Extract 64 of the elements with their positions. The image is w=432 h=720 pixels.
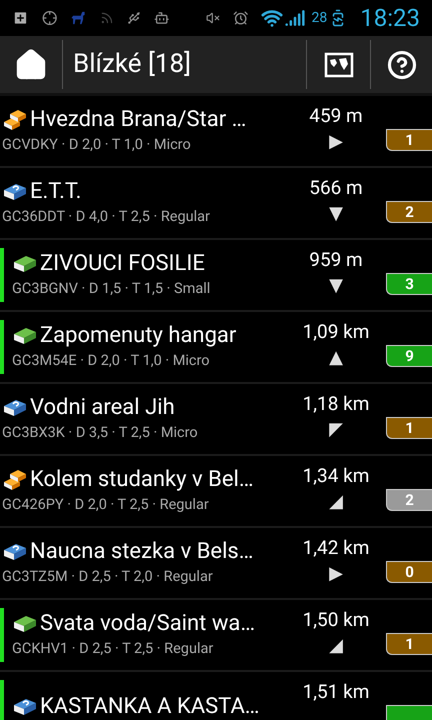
direction-arrow: ◤ [329, 420, 343, 438]
distance: 1,18 km [302, 391, 370, 417]
cache-name: Kolem studanky v Bel… [30, 466, 254, 494]
direction-arrow: ▼ [329, 204, 343, 222]
wifi-icon [261, 7, 284, 29]
distance: 1,09 km [302, 319, 370, 345]
count-badge: 1 [386, 129, 432, 151]
distance: 1,34 km [302, 463, 370, 489]
distance: 566 m [309, 175, 363, 201]
direction-arrow: ▶ [329, 564, 343, 582]
cache-name: ZIVOUCI FOSILIE [40, 250, 205, 278]
home-icon [14, 48, 48, 82]
cache-details: GC3M54E · D 2,0 · T 1,0 · Micro [12, 350, 211, 371]
distance: 1,50 km [302, 607, 370, 633]
map-icon [324, 52, 354, 78]
cache-details: GCKHV1 · D 2,5 · T 2,5 · Regular [12, 638, 214, 659]
cache-row[interactable]: Naucna stezka v Bels… GC3TZ5M · D 2,5 · T 2,0 · Regular 1,42 km ▶ 0 [0, 528, 432, 600]
distance: 959 m [309, 247, 363, 273]
cache-row[interactable]: Hvezdna Brana/Star … GCVDKY · D 2,0 · T 1,0 · Micro 459 m ▶ 1 [0, 96, 432, 168]
count-badge: 3 [386, 273, 432, 295]
direction-arrow: ◢ [329, 636, 343, 654]
cache-name: Naucna stezka v Bels… [30, 538, 254, 566]
direction-arrow: ◢ [329, 492, 343, 510]
help-icon [386, 50, 416, 80]
cache-row[interactable]: Vodni areal Jih GC3BX3K · D 3,5 · T 2,5 · Micro 1,18 km ◤ 1 [0, 384, 432, 456]
count-badge: 9 [386, 345, 432, 367]
cell-signal-icon [285, 8, 306, 28]
distance: 459 m [309, 103, 363, 129]
count-badge: 1 [386, 633, 432, 655]
cache-row[interactable]: Svata voda/Saint wa… GCKHV1 · D 2,5 · T 2,5 · Regular 1,50 km ◢ 1 [0, 600, 432, 672]
distance: 1,51 km [302, 679, 370, 705]
cache-row[interactable]: Kolem studanky v Bel… GC426PY · D 2,0 · T 2,5 · Regular 1,34 km ◢ 2 [0, 456, 432, 528]
usb-icon [127, 9, 142, 27]
crosshair-icon [42, 8, 58, 28]
cache-name: Svata voda/Saint wa… [40, 610, 256, 638]
cache-row[interactable]: Zapomenuty hangar GC3M54E · D 2,0 · T 1,0 · Micro 1,09 km ▲ 9 [0, 312, 432, 384]
cache-name: Zapomenuty hangar [40, 322, 236, 350]
screen-title: Blízké [18] [72, 48, 192, 81]
count-badge: 1 [386, 417, 432, 439]
direction-arrow: ▲ [329, 348, 343, 366]
cache-row[interactable]: E.T.T. GC36DDT · D 4,0 · T 2,5 · Regular 566 m ▼ 2 [0, 168, 432, 240]
cache-row[interactable]: KASTANKA A KASTA… 1,51 km [0, 672, 432, 720]
count-badge: 2 [386, 489, 432, 511]
question-box-icon [12, 696, 38, 718]
cache-details: GC426PY · D 2,0 · T 2,5 · Regular [2, 494, 210, 515]
cache-row[interactable]: ZIVOUCI FOSILIE GC3BGNV · D 1,5 · T 1,5 · Small 959 m ▼ 3 [0, 240, 432, 312]
cache-name: E.T.T. [30, 178, 82, 206]
stacked-boxes-icon [2, 108, 28, 132]
clock: 18:23 [360, 3, 420, 34]
cache-name: KASTANKA A KASTA… [40, 693, 260, 720]
count-badge: 2 [386, 201, 432, 223]
cache-details: GCVDKY · D 2,0 · T 1,0 · Micro [2, 134, 192, 155]
cache-name: Hvezdna Brana/Star … [30, 106, 246, 134]
cache-details: GC3BGNV · D 1,5 · T 1,5 · Small [12, 278, 212, 299]
battery-percent: 28 [311, 8, 328, 28]
direction-arrow: ▼ [329, 276, 343, 294]
cache-details: GC3BX3K · D 3,5 · T 2,5 · Micro [2, 422, 199, 443]
cache-name: Vodni areal Jih [30, 394, 175, 422]
count-badge: 0 [386, 561, 432, 583]
cache-details: GC3TZ5M · D 2,5 · T 2,0 · Regular [2, 566, 214, 587]
stacked-boxes-icon [2, 468, 28, 492]
distance: 1,42 km [302, 535, 370, 561]
cache-details: GC36DDT · D 4,0 · T 2,5 · Regular [2, 206, 211, 227]
direction-arrow: ▶ [329, 132, 343, 150]
